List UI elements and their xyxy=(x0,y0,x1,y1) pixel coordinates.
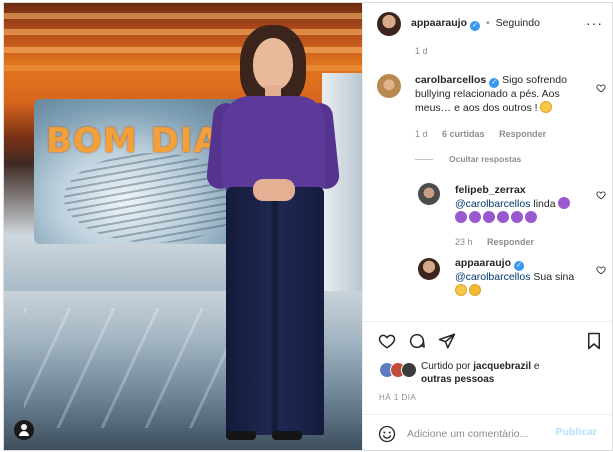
replies-divider xyxy=(415,159,433,160)
comment-time: 1 d xyxy=(415,129,428,139)
studio-light-stripe xyxy=(4,29,362,35)
presenter-hands xyxy=(253,179,295,201)
header-username-row: appaaraujo ✓ • Seguindo xyxy=(411,17,540,31)
comment-likes[interactable]: 6 curtidas xyxy=(442,129,485,139)
hide-replies-button[interactable]: Ocultar respostas xyxy=(449,154,521,164)
presenter-right-shoe xyxy=(272,431,302,440)
comment-time: 23 h xyxy=(455,237,473,247)
post-frame: BOM DIA appaaraujo ✓ • Seguindo ··· 1 d … xyxy=(3,2,613,451)
bookmark-icon[interactable] xyxy=(585,332,603,350)
studio-logo: BOM DIA xyxy=(46,121,221,161)
surprised-face-icon xyxy=(540,101,553,113)
comment-meta: 1 d 6 curtidas Responder xyxy=(415,129,558,139)
liked-by-others[interactable]: outras pessoas xyxy=(421,374,494,385)
header-separator: • xyxy=(485,17,490,29)
more-options-icon[interactable]: ··· xyxy=(586,16,603,30)
studio-light-stripe xyxy=(4,47,362,53)
purple-heart-icon xyxy=(497,211,509,223)
comment-icon[interactable] xyxy=(408,332,426,350)
purple-heart-row xyxy=(455,211,539,224)
reply-button[interactable]: Responder xyxy=(499,129,546,139)
liked-by-summary: Curtido por jacquebrazil e outras pessoa… xyxy=(421,360,601,386)
verified-icon: ✓ xyxy=(514,261,525,271)
comment-composer: Publicar xyxy=(363,414,612,450)
studio-light-stripe xyxy=(4,13,362,19)
header-username[interactable]: appaaraujo xyxy=(411,17,467,29)
avatar[interactable] xyxy=(418,258,440,280)
share-icon[interactable] xyxy=(438,332,456,350)
purple-heart-icon xyxy=(455,211,467,223)
purple-heart-icon xyxy=(525,211,537,223)
comment-username[interactable]: carolbarcellos xyxy=(415,74,486,86)
follow-status[interactable]: Seguindo xyxy=(496,17,540,29)
studio-light-stripe xyxy=(4,65,362,71)
comment-mention[interactable]: @carolbarcellos xyxy=(455,271,530,283)
comment-body: felipeb_zerrax @carolbarcellos linda xyxy=(455,184,585,225)
purple-heart-icon xyxy=(558,197,571,209)
presenter-pants xyxy=(226,187,324,435)
avatar[interactable] xyxy=(418,183,440,205)
like-icon[interactable] xyxy=(378,332,396,350)
post-photo[interactable]: BOM DIA xyxy=(4,3,362,450)
caption-time: 1 d xyxy=(415,46,428,56)
post-actions: Curtido por jacquebrazil e outras pessoa… xyxy=(363,321,612,450)
publish-button[interactable]: Publicar xyxy=(550,425,603,439)
liked-by-user[interactable]: jacquebrazil xyxy=(473,361,531,372)
comment-text: linda xyxy=(533,198,556,210)
comment-meta: 23 h Responder xyxy=(455,237,546,247)
verified-icon: ✓ xyxy=(489,78,500,88)
post-header: appaaraujo ✓ • Seguindo ··· xyxy=(363,3,612,43)
liked-by-avatars[interactable] xyxy=(379,362,419,378)
like-comment-icon[interactable] xyxy=(596,83,606,93)
comment-body: carolbarcellos ✓ Sigo sofrendo bullying r… xyxy=(415,74,585,115)
avatar xyxy=(401,362,417,378)
laughing-face-icon xyxy=(455,284,467,296)
grinning-face-icon xyxy=(469,284,481,296)
like-comment-icon[interactable] xyxy=(596,265,606,275)
liked-by-connector: e xyxy=(533,361,540,372)
like-comment-icon[interactable] xyxy=(596,190,606,200)
post-side-panel: appaaraujo ✓ • Seguindo ··· 1 d carolbarc… xyxy=(362,3,612,450)
user-tag-body xyxy=(19,431,29,436)
presenter-blouse xyxy=(222,96,326,191)
purple-heart-icon xyxy=(483,211,495,223)
presenter-left-shoe xyxy=(226,431,256,440)
comment-text: Sua sina xyxy=(533,271,575,283)
reply-button[interactable]: Responder xyxy=(487,237,534,247)
user-tag-icon[interactable] xyxy=(14,420,34,440)
comment-body: appaaraujo ✓ @carolbarcellos Sua sina xyxy=(455,257,585,298)
user-tag-head xyxy=(21,424,27,430)
purple-heart-icon xyxy=(469,211,481,223)
post-time[interactable]: HÁ 1 DIA xyxy=(379,393,416,402)
emoji-icon[interactable] xyxy=(378,425,396,443)
presenter-face xyxy=(253,38,293,90)
purple-heart-icon xyxy=(511,211,523,223)
comment-username[interactable]: felipeb_zerrax xyxy=(455,184,526,196)
comment-mention[interactable]: @carolbarcellos xyxy=(455,198,530,210)
liked-by-prefix: Curtido por xyxy=(421,361,471,372)
verified-icon: ✓ xyxy=(470,21,481,31)
comment-input[interactable] xyxy=(407,426,547,442)
avatar[interactable] xyxy=(377,12,401,36)
avatar[interactable] xyxy=(377,74,401,98)
comment-username[interactable]: appaaraujo xyxy=(455,257,511,269)
